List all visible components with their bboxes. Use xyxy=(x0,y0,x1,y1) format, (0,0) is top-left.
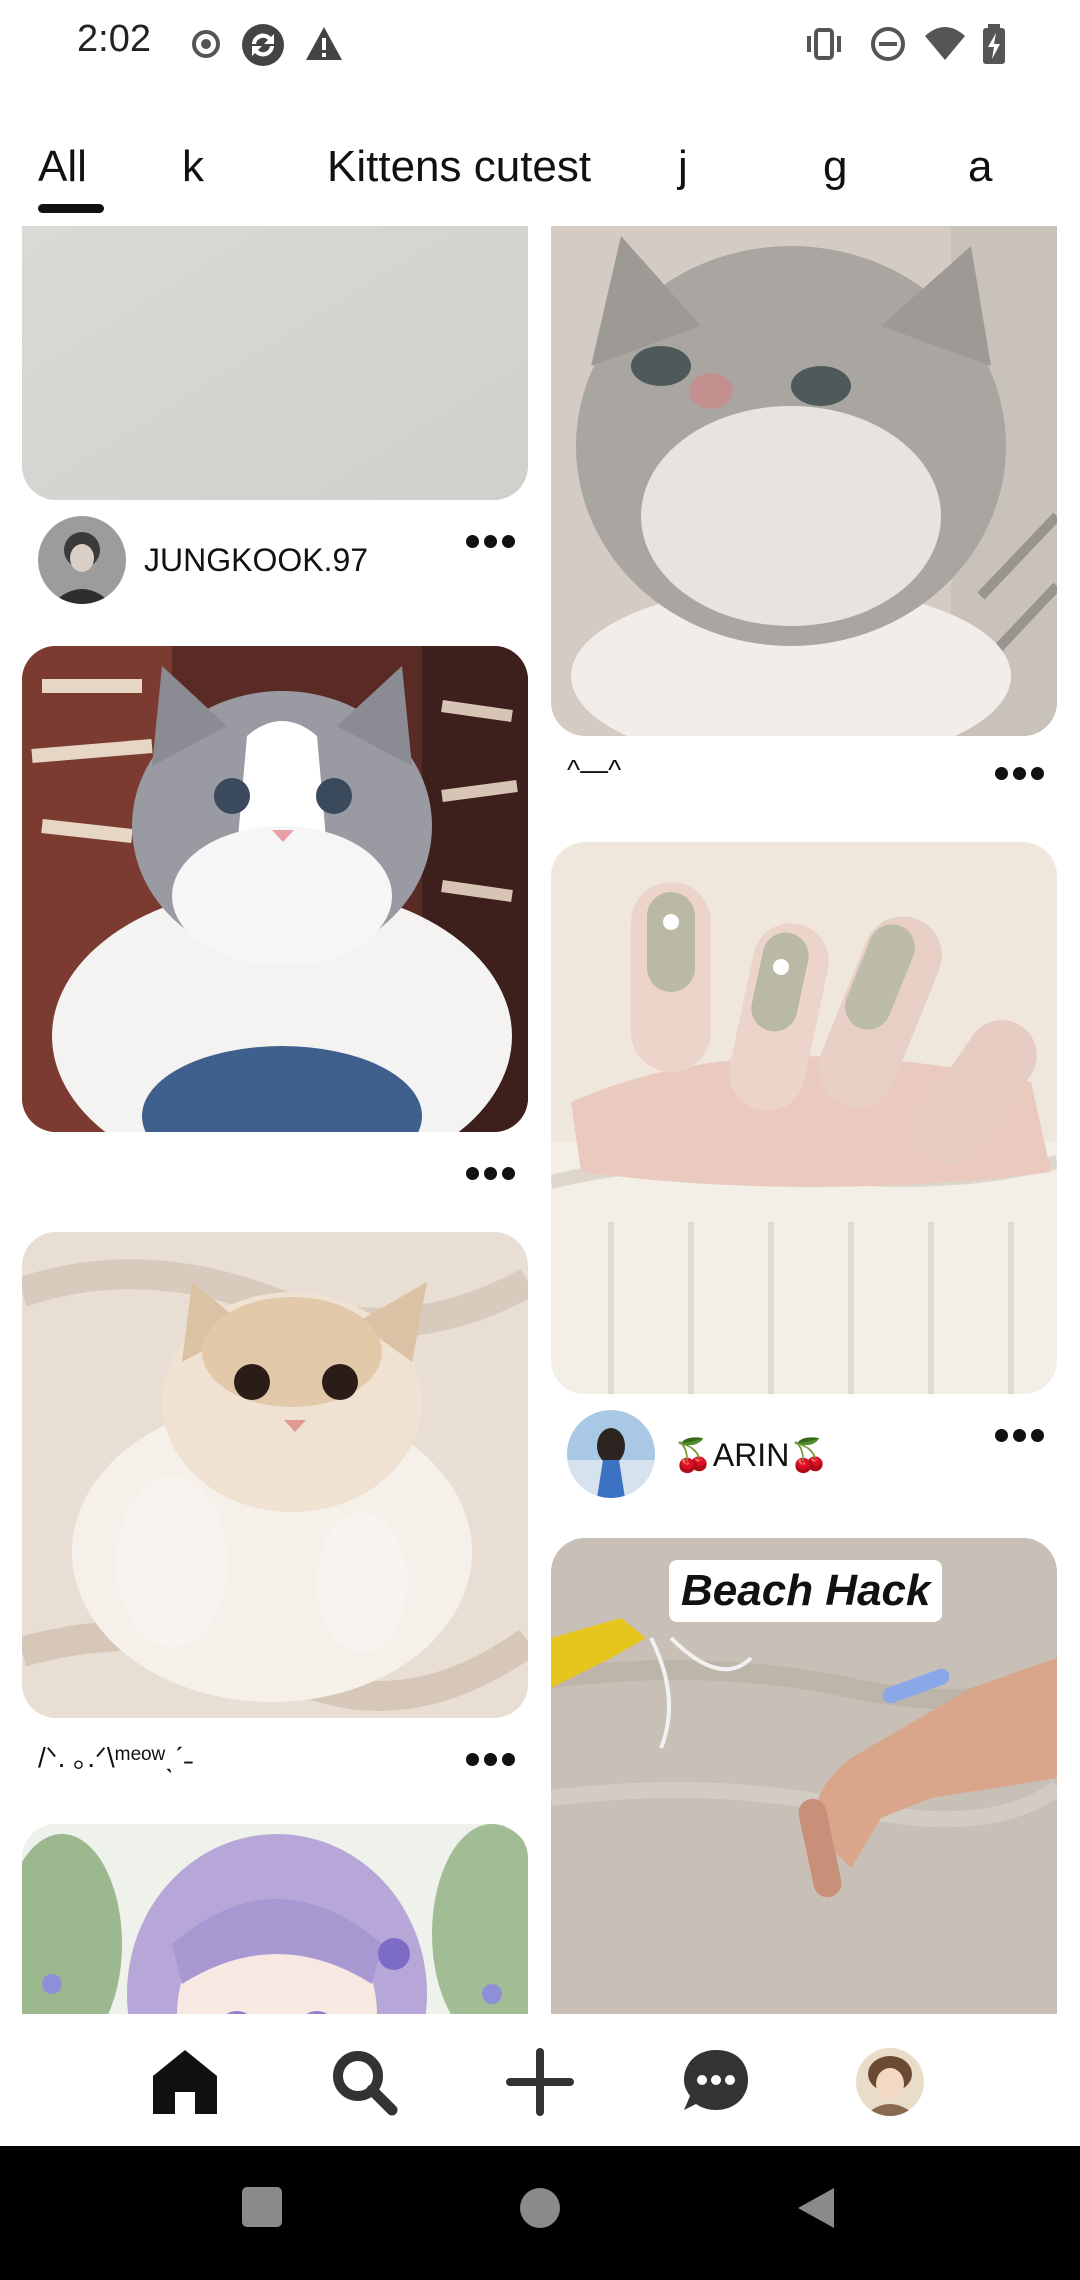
ragdoll-kitten-image xyxy=(22,646,528,1132)
pin-username[interactable]: 🍒ARIN🍒 xyxy=(673,1436,829,1474)
active-tab-indicator xyxy=(38,204,104,213)
battery-charging-icon xyxy=(983,24,1005,64)
more-options-button[interactable] xyxy=(464,1164,516,1184)
profile-avatar-image xyxy=(856,2048,924,2116)
more-options-button[interactable] xyxy=(993,764,1045,784)
tab-kittens-cutest[interactable]: Kittens cutest xyxy=(327,142,591,192)
avatar-image xyxy=(567,1410,655,1498)
board-tabs: All k Kittens cutest j g a xyxy=(0,130,1080,226)
home-circle-icon[interactable] xyxy=(518,2186,562,2230)
pin-grey-card-image xyxy=(22,226,528,500)
tab-j[interactable]: j xyxy=(678,142,688,192)
sync-icon xyxy=(242,24,284,66)
pin-anime-illustration[interactable] xyxy=(22,1824,528,2014)
search-icon[interactable] xyxy=(326,2044,402,2120)
system-navigation-bar xyxy=(0,2146,1080,2280)
pin-beach-hack[interactable]: Beach Hack xyxy=(551,1538,1057,2014)
pin-username[interactable]: JUNGKOOK.97 xyxy=(144,542,368,579)
recents-square-icon[interactable] xyxy=(241,2186,283,2228)
nail-art-image xyxy=(551,842,1057,1394)
dnd-icon xyxy=(871,27,905,61)
pin-cream-kitten[interactable] xyxy=(22,1232,528,1718)
tab-a[interactable]: a xyxy=(968,142,992,192)
user-avatar-jungkook[interactable] xyxy=(38,516,126,604)
status-bar: 2:02 xyxy=(0,0,1080,88)
avatar-image xyxy=(38,516,126,604)
anime-illustration-image xyxy=(22,1824,528,2014)
bottom-navigation xyxy=(0,2014,1080,2146)
user-avatar-arin[interactable] xyxy=(567,1410,655,1498)
more-options-button[interactable] xyxy=(464,1750,516,1770)
pin-caption: /ᐠ. ｡.ᐟ\ᵐᵉᵒʷˎˊ˗ xyxy=(38,1742,194,1773)
pin-grey-card[interactable] xyxy=(22,226,528,500)
beach-hack-overlay-label: Beach Hack xyxy=(669,1560,943,1622)
chat-bubble-icon[interactable] xyxy=(678,2044,754,2120)
pin-ragdoll-kitten[interactable] xyxy=(22,646,528,1132)
home-icon[interactable] xyxy=(147,2044,223,2120)
pin-feed[interactable]: JUNGKOOK.97 /ᐠ. ｡.ᐟ\ᵐᵉᵒʷˎˊ˗ ^—^ 🍒ARIN🍒 B… xyxy=(0,226,1080,2014)
pin-nail-art[interactable] xyxy=(551,842,1057,1394)
pin-caption: ^—^ xyxy=(567,754,622,785)
wifi-icon xyxy=(925,27,965,60)
back-triangle-icon[interactable] xyxy=(796,2186,836,2230)
vibrate-icon xyxy=(807,28,841,60)
tab-k[interactable]: k xyxy=(182,142,204,192)
record-icon xyxy=(192,30,220,58)
tab-all[interactable]: All xyxy=(38,142,87,192)
status-time: 2:02 xyxy=(77,18,151,60)
tab-g[interactable]: g xyxy=(823,142,847,192)
more-options-button[interactable] xyxy=(993,1426,1045,1446)
pin-grey-kitten[interactable] xyxy=(551,226,1057,736)
more-options-button[interactable] xyxy=(464,532,516,552)
cream-kitten-image xyxy=(22,1232,528,1718)
avatar-icon[interactable] xyxy=(856,2048,924,2116)
warning-icon xyxy=(306,27,342,60)
grey-kitten-image xyxy=(551,226,1057,736)
plus-icon[interactable] xyxy=(502,2044,578,2120)
